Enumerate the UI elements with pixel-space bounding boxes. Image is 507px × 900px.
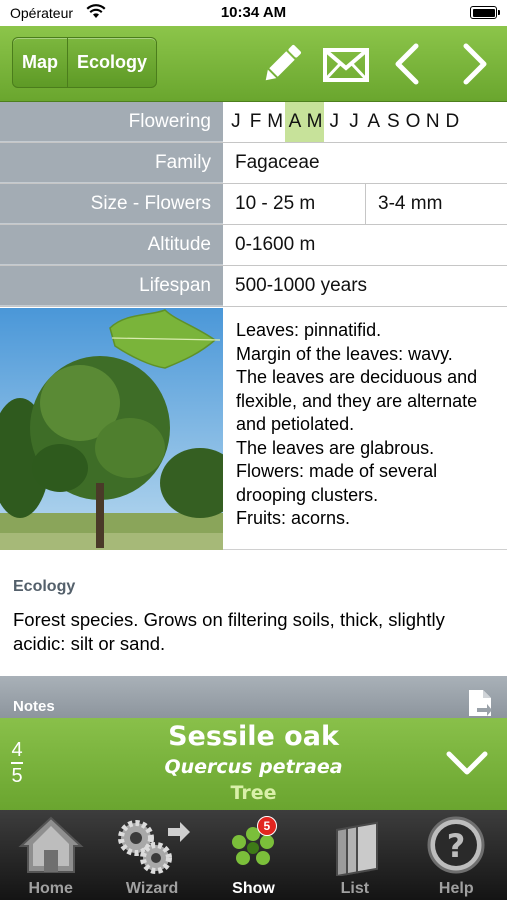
tab-list-label: List [340,880,370,897]
size-value: 10 - 25 m [223,184,366,224]
tab-home[interactable]: Home [0,810,101,900]
chevron-left-icon[interactable] [384,40,432,88]
altitude-label: Altitude [0,225,223,265]
month-3: A [285,102,305,142]
tab-bar: Home Wizard 5 Show List ? Help [0,810,507,900]
question-icon: ? [425,814,487,881]
tab-list[interactable]: List [304,810,405,900]
lifespan-row: Lifespan 500-1000 years [0,266,507,307]
tab-help-label: Help [438,880,474,897]
tab-home-label: Home [28,880,73,897]
family-label: Family [0,143,223,183]
species-bar: 4 5 Sessile oak Quercus petraea Tree [0,718,507,810]
status-bar: Opérateur 10:34 AM [0,0,507,26]
ecology-button[interactable]: Ecology [67,38,156,87]
species-type: Tree [230,782,277,804]
house-icon [17,814,85,881]
month-7: A [367,111,380,132]
month-0: J [231,111,241,132]
month-9: O [405,111,421,132]
species-common-name: Sessile oak [168,721,339,752]
clock: 10:34 AM [220,4,287,21]
altitude-value: 0-1600 m [235,234,316,255]
size-label: Size - Flowers [0,184,223,224]
tab-show[interactable]: 5 Show [203,810,304,900]
ecology-heading: Ecology [13,578,76,595]
lifespan-value: 500-1000 years [235,275,368,296]
top-toolbar: Map Ecology [0,26,507,102]
month-5: J [329,111,340,132]
tree-photo[interactable] [0,308,223,550]
lifespan-label: Lifespan [0,266,223,306]
tab-wizard[interactable]: Wizard [101,810,202,900]
map-button[interactable]: Map [13,38,67,87]
flowering-row: Flowering JFMAMJJASOND [0,102,507,143]
tab-show-label: Show [232,880,275,897]
size-values: 10 - 25 m 3-4 mm [223,184,507,224]
species-info-table: Flowering JFMAMJJASOND Family Fagaceae S… [0,102,507,307]
month-1: F [249,111,262,132]
flower-size-value: 3-4 mm [378,193,443,214]
description-section: Leaves: pinnatifid. Margin of the leaves… [0,308,507,550]
notes-heading: Notes [13,698,55,715]
month-8: S [387,111,400,132]
family-row: Family Fagaceae [0,143,507,184]
books-icon [325,814,385,881]
size-row: Size - Flowers 10 - 25 m 3-4 mm [0,184,507,225]
chevron-down-icon[interactable] [445,748,489,783]
view-segmented-control: Map Ecology [12,37,158,88]
pencil-icon[interactable] [258,40,306,88]
flowering-label: Flowering [0,102,223,142]
month-6: J [349,111,359,132]
show-badge: 5 [256,816,277,836]
notes-bar[interactable]: Notes [0,676,507,718]
month-10: N [425,111,440,132]
description-text: Leaves: pinnatifid. Margin of the leaves… [236,320,478,528]
flowering-months: JFMAMJJASOND [223,102,507,142]
ecology-text: Forest species. Grows on filtering soils… [13,609,445,654]
month-2: M [267,111,284,132]
envelope-icon[interactable] [322,40,370,88]
tab-help[interactable]: ? Help [406,810,507,900]
month-4: M [304,102,325,142]
altitude-row: Altitude 0-1600 m [0,225,507,266]
svg-text:?: ? [447,827,466,865]
gears-icon [112,814,192,881]
month-11: D [445,111,460,132]
tab-wizard-label: Wizard [125,880,179,897]
chevron-right-icon[interactable] [452,40,500,88]
family-value: Fagaceae [235,152,320,173]
species-latin-name: Quercus petraea [164,756,343,778]
battery-icon [470,6,500,19]
